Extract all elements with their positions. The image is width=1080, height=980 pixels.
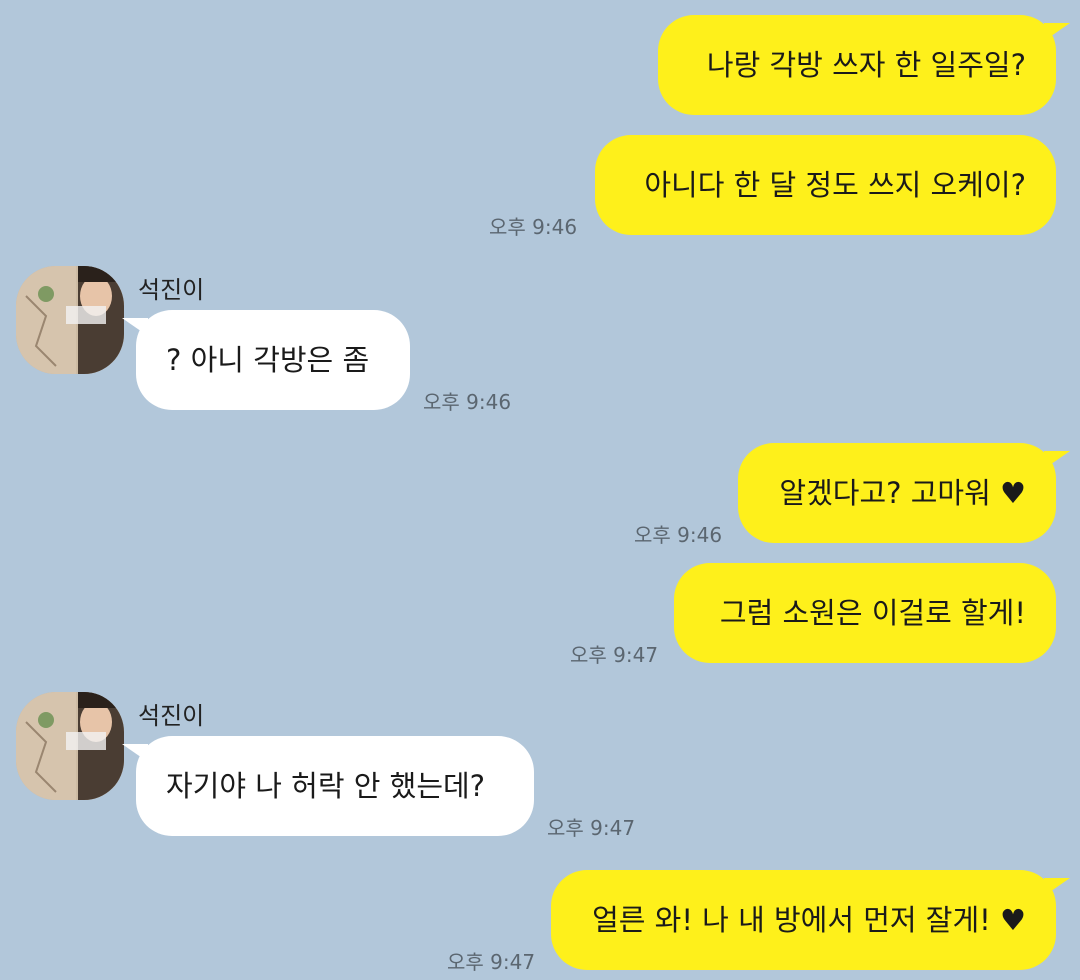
message-bubble-sent[interactable]: 나랑 각방 쓰자 한 일주일?	[658, 15, 1070, 115]
message-bubble-sent[interactable]: 그럼 소원은 이걸로 할게!	[674, 563, 1056, 663]
sender-name: 석진이	[138, 276, 205, 304]
profile-photo-icon	[16, 692, 124, 800]
message-bubble-received[interactable]: 자기야 나 허락 안 했는데?	[122, 736, 534, 836]
message-bubble-sent[interactable]: 얼른 와! 나 내 방에서 먼저 잘게! ♥	[551, 870, 1070, 970]
message-timestamp: 오후 9:46	[423, 390, 512, 414]
message-timestamp: 오후 9:46	[634, 523, 723, 547]
contact-avatar[interactable]	[16, 266, 124, 374]
message-timestamp: 오후 9:46	[489, 215, 578, 239]
profile-photo-icon	[16, 266, 124, 374]
sender-name: 석진이	[138, 702, 205, 730]
message-bubble-received[interactable]: ? 아니 각방은 좀	[122, 310, 410, 410]
message-bubble-sent[interactable]: 알겠다고? 고마워 ♥	[738, 443, 1070, 543]
contact-avatar[interactable]	[16, 692, 124, 800]
message-timestamp: 오후 9:47	[570, 643, 659, 667]
chat-room: 나랑 각방 쓰자 한 일주일? 아니다 한 달 정도 쓰지 오케이? 오후 9:…	[0, 0, 1080, 980]
message-timestamp: 오후 9:47	[447, 950, 536, 974]
message-bubble-sent[interactable]: 아니다 한 달 정도 쓰지 오케이?	[595, 135, 1056, 235]
message-timestamp: 오후 9:47	[547, 816, 636, 840]
